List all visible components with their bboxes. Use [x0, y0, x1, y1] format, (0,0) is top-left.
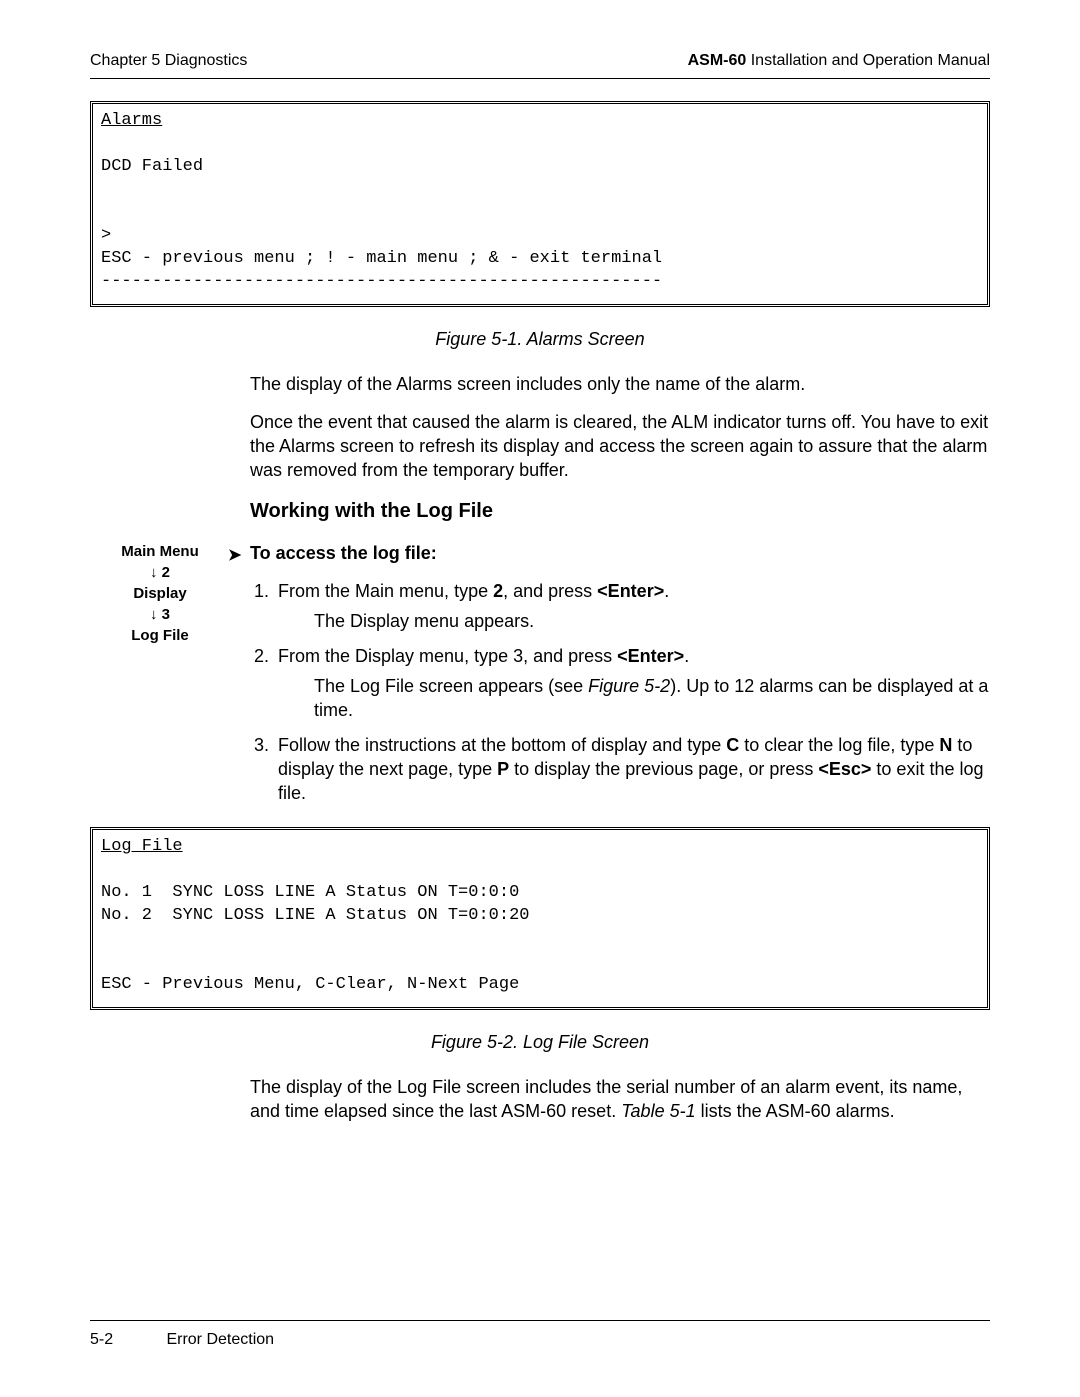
step-2-text-c: .	[684, 646, 689, 666]
para3-table-ref: Table 5-1	[621, 1101, 695, 1121]
step-3-text-g: to display the previous page, or press	[509, 759, 818, 779]
step-2: From the Display menu, type 3, and press…	[274, 644, 990, 723]
step-3-key-esc: <Esc>	[818, 759, 871, 779]
para-alarms-display: The display of the Alarms screen include…	[250, 372, 990, 396]
log-row-2: No. 2 SYNC LOSS LINE A Status ON T=0:0:2…	[101, 906, 529, 925]
para-log-display: The display of the Log File screen inclu…	[250, 1075, 990, 1123]
step-3-text-c: to clear the log file, type	[739, 735, 939, 755]
step-1-key-enter: <Enter>	[597, 581, 664, 601]
breadcrumb-log-file: Log File	[90, 625, 230, 646]
steps-list: From the Main menu, type 2, and press <E…	[250, 579, 990, 805]
step-3-text-a: Follow the instructions at the bottom of…	[278, 735, 726, 755]
alarms-line1: DCD Failed	[101, 157, 203, 176]
breadcrumb-arrow-2: ↓ 3	[90, 604, 230, 625]
step-1: From the Main menu, type 2, and press <E…	[274, 579, 990, 634]
breadcrumb-main-menu: Main Menu	[90, 541, 230, 562]
log-file-title: Log File	[101, 836, 183, 859]
step-1-text-c: , and press	[503, 581, 597, 601]
menu-breadcrumb: Main Menu ↓ 2 Display ↓ 3 Log File	[90, 541, 230, 646]
step-2-key-enter: <Enter>	[617, 646, 684, 666]
page-header: Chapter 5 Diagnostics ASM-60 Installatio…	[90, 52, 990, 79]
steps-column: To access the log file: From the Main me…	[250, 541, 990, 805]
alarms-prompt: >	[101, 226, 111, 245]
pointer-icon: ➤	[228, 545, 241, 565]
page: Chapter 5 Diagnostics ASM-60 Installatio…	[0, 0, 1080, 1397]
alarms-screen-box: Alarms DCD Failed > ESC - previous menu …	[90, 101, 990, 307]
alarms-nav: ESC - previous menu ; ! - main menu ; & …	[101, 249, 662, 268]
log-row-1: No. 1 SYNC LOSS LINE A Status ON T=0:0:0	[101, 883, 519, 902]
log-file-screen-box: Log File No. 1 SYNC LOSS LINE A Status O…	[90, 827, 990, 1010]
body-text-2: The display of the Log File screen inclu…	[250, 1075, 990, 1123]
heading-working-log-file: Working with the Log File	[250, 500, 990, 523]
header-product-rest: Installation and Operation Manual	[746, 52, 990, 69]
step-1-text-e: .	[664, 581, 669, 601]
step-1-key-2: 2	[493, 581, 503, 601]
step-2-text-a: From the Display menu, type 3, and press	[278, 646, 617, 666]
figure-5-1-caption: Figure 5-1. Alarms Screen	[90, 329, 990, 350]
para3-b: lists the ASM-60 alarms.	[696, 1101, 895, 1121]
step-2-result: The Log File screen appears (see Figure …	[314, 674, 990, 723]
log-file-section: Main Menu ↓ 2 Display ↓ 3 Log File ➤ To …	[90, 541, 990, 805]
alarms-rule: ----------------------------------------…	[101, 272, 662, 291]
footer-section: Error Detection	[166, 1331, 274, 1348]
body-text-1: The display of the Alarms screen include…	[250, 372, 990, 482]
header-chapter: Chapter 5 Diagnostics	[90, 52, 247, 70]
header-product: ASM-60 Installation and Operation Manual	[688, 52, 990, 70]
step-1-result: The Display menu appears.	[314, 609, 990, 633]
step-1-text-a: From the Main menu, type	[278, 581, 493, 601]
step-3: Follow the instructions at the bottom of…	[274, 733, 990, 806]
lead-to-access-log-file: To access the log file:	[250, 541, 990, 565]
step-3-key-n: N	[939, 735, 952, 755]
footer-page-number: 5-2	[90, 1331, 162, 1349]
figure-5-2-caption: Figure 5-2. Log File Screen	[90, 1032, 990, 1053]
step-2-figure-ref: Figure 5-2	[588, 676, 670, 696]
step-3-key-c: C	[726, 735, 739, 755]
alarms-title: Alarms	[101, 110, 162, 133]
para-alarms-clear: Once the event that caused the alarm is …	[250, 410, 990, 482]
step-2-result-a: The Log File screen appears (see	[314, 676, 588, 696]
step-3-key-p: P	[497, 759, 509, 779]
breadcrumb-display: Display	[90, 583, 230, 604]
breadcrumb-arrow-1: ↓ 2	[90, 562, 230, 583]
page-footer: 5-2 Error Detection	[90, 1320, 990, 1349]
log-nav: ESC - Previous Menu, C-Clear, N-Next Pag…	[101, 975, 519, 994]
header-product-bold: ASM-60	[688, 52, 747, 69]
